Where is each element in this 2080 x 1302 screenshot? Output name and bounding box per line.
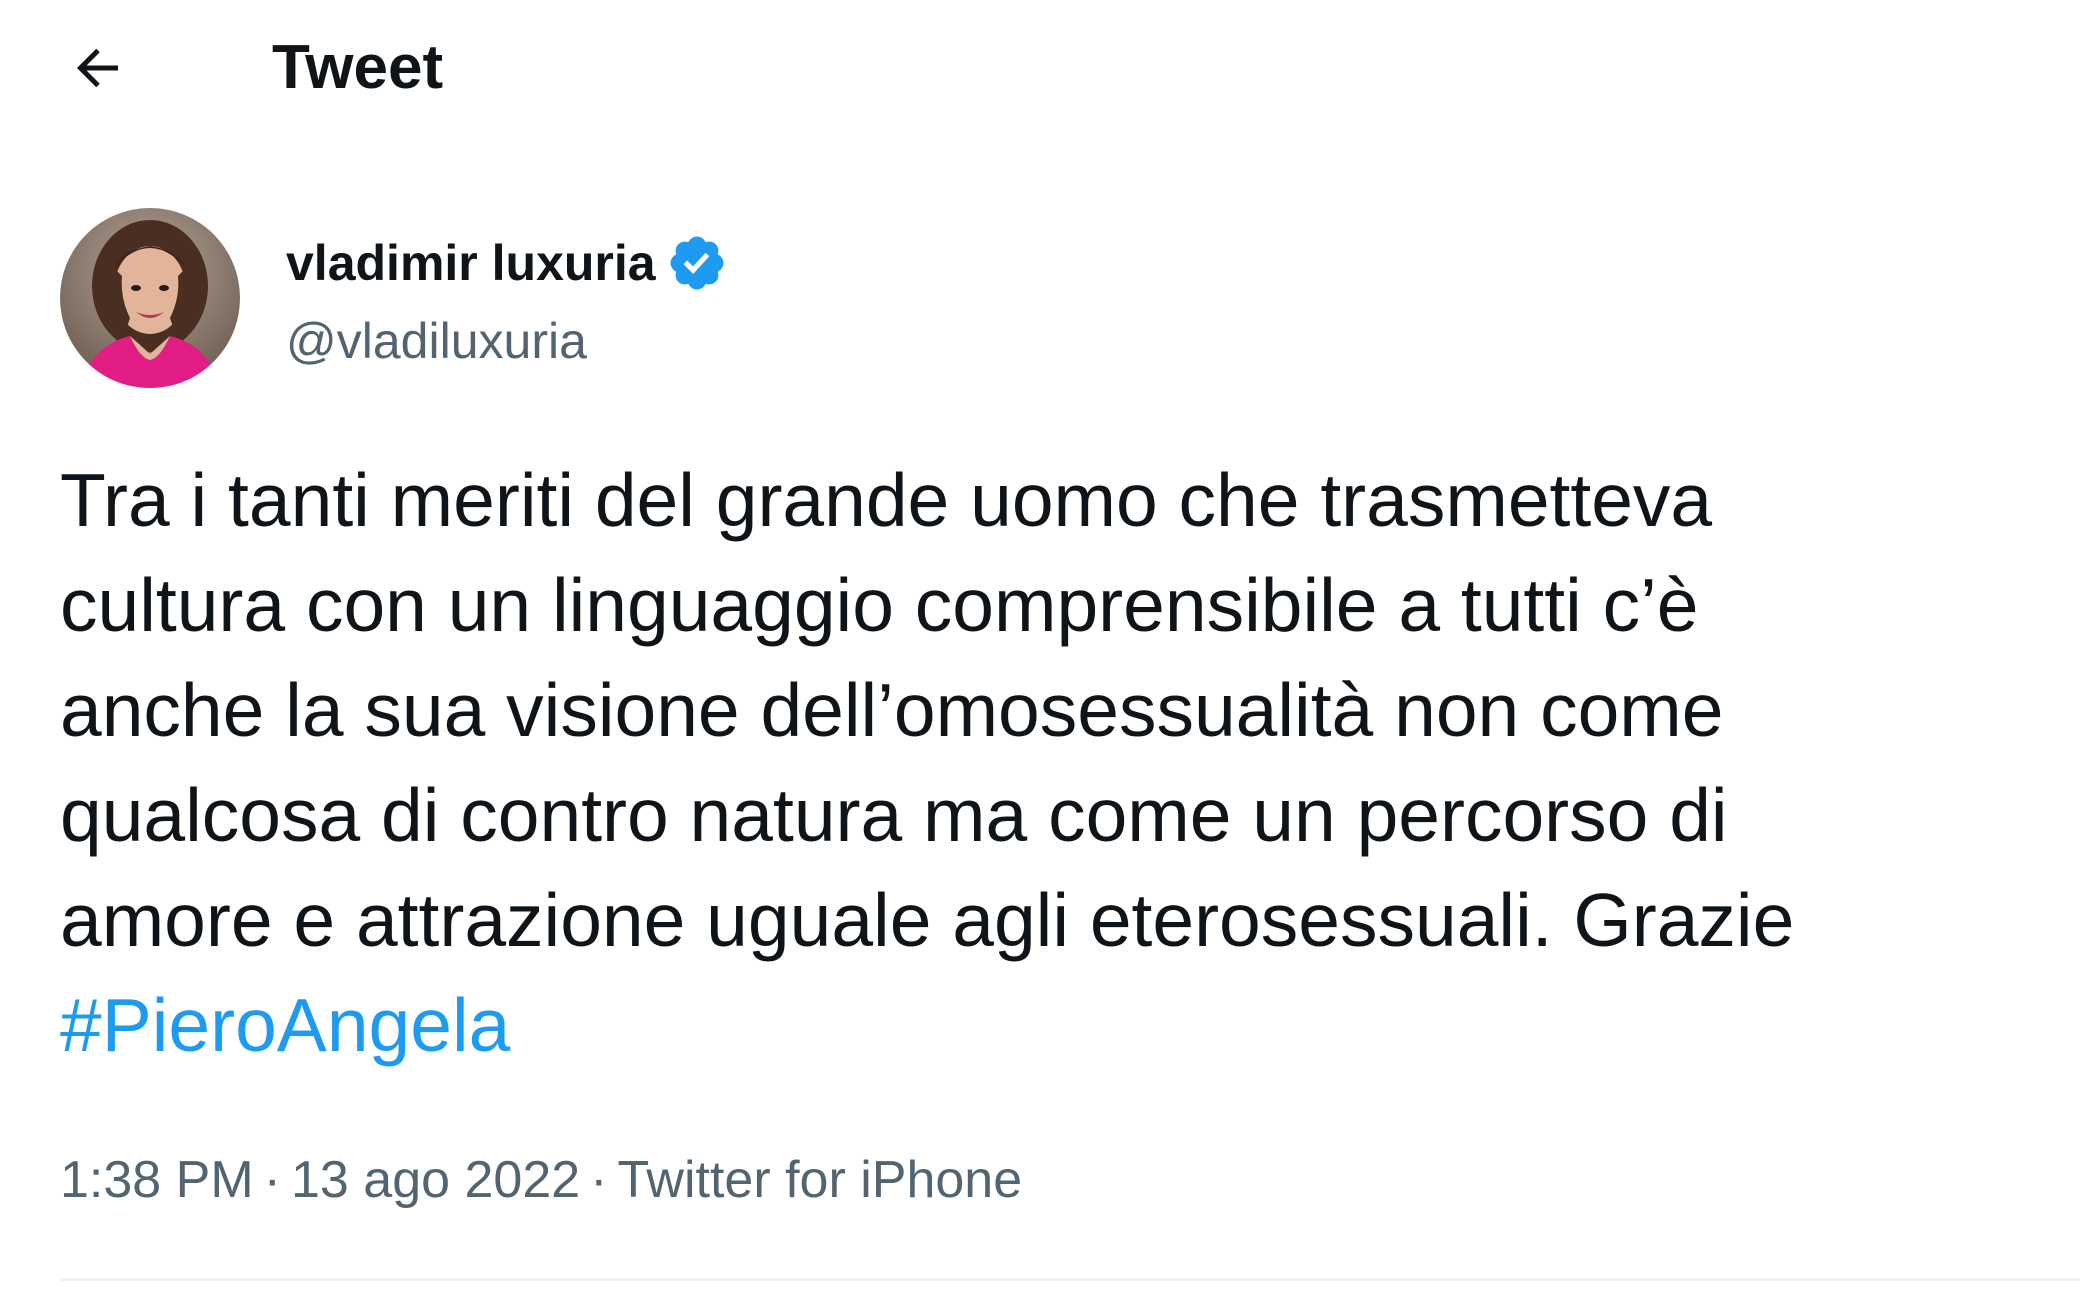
- meta-separator: ·: [263, 1151, 281, 1209]
- tweet-text-line: Tra i tanti meriti del grande uomo che t…: [60, 458, 1713, 542]
- divider: [60, 1278, 2080, 1281]
- meta-separator: ·: [590, 1151, 608, 1209]
- tweet-text-line: amore e attrazione uguale agli eterosess…: [60, 878, 1795, 962]
- tweet-header: Tweet: [0, 0, 2080, 140]
- arrow-left-icon: [76, 48, 118, 88]
- tweet-text-line: qualcosa di contro natura ma come un per…: [60, 773, 1728, 857]
- tweet-text-line: cultura con un linguaggio comprensibile …: [60, 563, 1699, 647]
- tweet-date[interactable]: 13 ago 2022: [291, 1151, 580, 1209]
- avatar-image: [60, 208, 240, 388]
- tweet-text-line: anche la sua visione dell’omosessualità …: [60, 668, 1724, 752]
- avatar[interactable]: [60, 208, 240, 388]
- display-name-row: vladimir luxuria: [286, 228, 728, 298]
- verified-badge-icon: [666, 232, 728, 294]
- page-title: Tweet: [272, 33, 444, 102]
- display-name[interactable]: vladimir luxuria: [286, 228, 656, 298]
- user-handle[interactable]: @vladiluxuria: [286, 308, 587, 374]
- tweet-time[interactable]: 1:38 PM: [60, 1151, 254, 1209]
- tweet-meta: 1:38 PM · 13 ago 2022 · Twitter for iPhone: [60, 1148, 1022, 1212]
- tweet-body: Tra i tanti meriti del grande uomo che t…: [60, 448, 2060, 1078]
- tweet-author: vladimir luxuria @vladiluxuria: [60, 208, 1460, 392]
- back-button[interactable]: [62, 30, 134, 106]
- hashtag-link[interactable]: #PieroAngela: [60, 983, 510, 1067]
- tweet-source[interactable]: Twitter for iPhone: [618, 1151, 1023, 1209]
